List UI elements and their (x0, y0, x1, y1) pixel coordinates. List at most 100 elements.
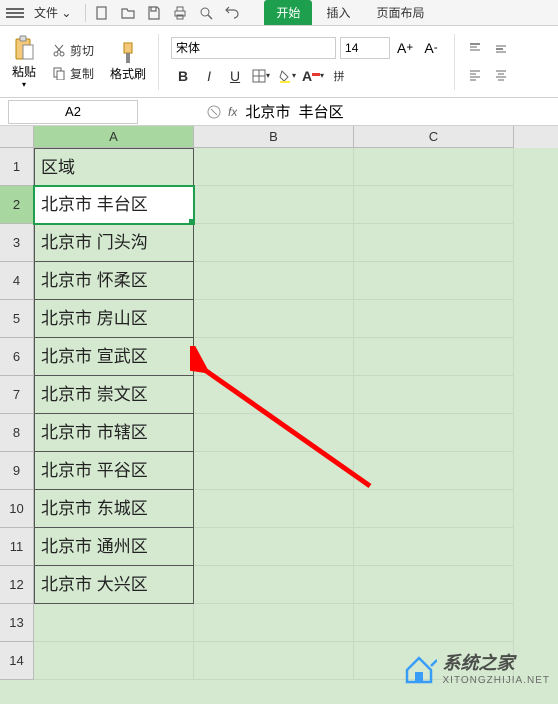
cell-A12[interactable]: 北京市 大兴区 (34, 566, 194, 604)
cell-B11[interactable] (194, 528, 354, 566)
cell-A1[interactable]: 区域 (34, 148, 194, 186)
increase-font-button[interactable]: A+ (394, 37, 416, 59)
cell-A8[interactable]: 北京市 市辖区 (34, 414, 194, 452)
cell-A9[interactable]: 北京市 平谷区 (34, 452, 194, 490)
undo-icon[interactable] (224, 5, 240, 21)
cell-A6[interactable]: 北京市 宣武区 (34, 338, 194, 376)
ribbon-tabs: 开始 插入 页面布局 (264, 0, 436, 25)
row-header-11[interactable]: 11 (0, 528, 34, 566)
cancel-icon[interactable] (206, 104, 222, 120)
cell-B12[interactable] (194, 566, 354, 604)
cell-B6[interactable] (194, 338, 354, 376)
print-icon[interactable] (172, 5, 188, 21)
divider (85, 4, 86, 22)
row-header-1[interactable]: 1 (0, 148, 34, 186)
copy-button[interactable]: 复制 (48, 63, 98, 84)
cell-B8[interactable] (194, 414, 354, 452)
row-header-6[interactable]: 6 (0, 338, 34, 376)
cell-A4[interactable]: 北京市 怀柔区 (34, 262, 194, 300)
quick-access (94, 5, 240, 21)
menu-bar: 文件 ⌄ 开始 插入 页面布局 (0, 0, 558, 26)
tab-insert[interactable]: 插入 (314, 0, 362, 25)
cell-B1[interactable] (194, 148, 354, 186)
row-header-13[interactable]: 13 (0, 604, 34, 642)
format-painter-button[interactable]: 格式刷 (106, 39, 150, 84)
row-header-2[interactable]: 2 (0, 186, 34, 224)
row-header-12[interactable]: 12 (0, 566, 34, 604)
cell-A2[interactable]: 北京市 丰台区 (34, 186, 194, 224)
font-size-select[interactable] (340, 37, 390, 59)
decrease-font-button[interactable]: A- (420, 37, 442, 59)
watermark-house-icon (401, 650, 437, 686)
font-color-button[interactable]: A▾ (301, 65, 325, 87)
cell-A3[interactable]: 北京市 门头沟 (34, 224, 194, 262)
align-middle-button[interactable] (489, 38, 513, 60)
font-name-select[interactable] (171, 37, 336, 59)
align-top-button[interactable] (463, 38, 487, 60)
cell-A11[interactable]: 北京市 通州区 (34, 528, 194, 566)
cell-C11[interactable] (354, 528, 514, 566)
formula-input[interactable] (237, 100, 558, 124)
name-box[interactable] (8, 100, 138, 124)
cut-button[interactable]: 剪切 (48, 40, 98, 61)
cell-B4[interactable] (194, 262, 354, 300)
chevron-down-icon: ⌄ (61, 6, 71, 20)
cell-A14[interactable] (34, 642, 194, 680)
cell-A7[interactable]: 北京市 崇文区 (34, 376, 194, 414)
row-header-3[interactable]: 3 (0, 224, 34, 262)
fx-button[interactable]: fx (228, 105, 237, 119)
tab-page-layout[interactable]: 页面布局 (364, 0, 436, 25)
row-header-8[interactable]: 8 (0, 414, 34, 452)
row-header-7[interactable]: 7 (0, 376, 34, 414)
col-header-A[interactable]: A (34, 126, 194, 148)
cell-C12[interactable] (354, 566, 514, 604)
phonetic-button[interactable]: 拼 (327, 65, 351, 87)
cell-C10[interactable] (354, 490, 514, 528)
new-icon[interactable] (94, 5, 110, 21)
align-left-button[interactable] (463, 64, 487, 86)
underline-button[interactable]: U (223, 65, 247, 87)
fill-color-button[interactable]: ▾ (275, 65, 299, 87)
col-header-B[interactable]: B (194, 126, 354, 148)
cell-C4[interactable] (354, 262, 514, 300)
tab-start[interactable]: 开始 (264, 0, 312, 25)
cell-A5[interactable]: 北京市 房山区 (34, 300, 194, 338)
cell-C2[interactable] (354, 186, 514, 224)
cell-B9[interactable] (194, 452, 354, 490)
align-center-button[interactable] (489, 64, 513, 86)
col-header-C[interactable]: C (354, 126, 514, 148)
cell-B14[interactable] (194, 642, 354, 680)
row-header-4[interactable]: 4 (0, 262, 34, 300)
cell-B3[interactable] (194, 224, 354, 262)
cell-C13[interactable] (354, 604, 514, 642)
row-header-14[interactable]: 14 (0, 642, 34, 680)
preview-icon[interactable] (198, 5, 214, 21)
cell-B10[interactable] (194, 490, 354, 528)
cell-C8[interactable] (354, 414, 514, 452)
cell-A10[interactable]: 北京市 东城区 (34, 490, 194, 528)
save-icon[interactable] (146, 5, 162, 21)
cell-A13[interactable] (34, 604, 194, 642)
file-menu[interactable]: 文件 ⌄ (28, 2, 77, 23)
cell-C3[interactable] (354, 224, 514, 262)
row-header-5[interactable]: 5 (0, 300, 34, 338)
formula-bar: fx (0, 98, 558, 126)
cell-B5[interactable] (194, 300, 354, 338)
row-header-9[interactable]: 9 (0, 452, 34, 490)
cell-B13[interactable] (194, 604, 354, 642)
bold-button[interactable]: B (171, 65, 195, 87)
cell-C9[interactable] (354, 452, 514, 490)
border-button[interactable]: ▾ (249, 65, 273, 87)
cell-C6[interactable] (354, 338, 514, 376)
open-icon[interactable] (120, 5, 136, 21)
cell-C5[interactable] (354, 300, 514, 338)
row-header-10[interactable]: 10 (0, 490, 34, 528)
italic-button[interactable]: I (197, 65, 221, 87)
cell-B2[interactable] (194, 186, 354, 224)
hamburger-icon[interactable] (6, 4, 24, 22)
paste-button[interactable]: 粘贴 ▾ (8, 33, 40, 91)
cell-B7[interactable] (194, 376, 354, 414)
cell-C7[interactable] (354, 376, 514, 414)
cell-C1[interactable] (354, 148, 514, 186)
select-all-corner[interactable] (0, 126, 34, 148)
